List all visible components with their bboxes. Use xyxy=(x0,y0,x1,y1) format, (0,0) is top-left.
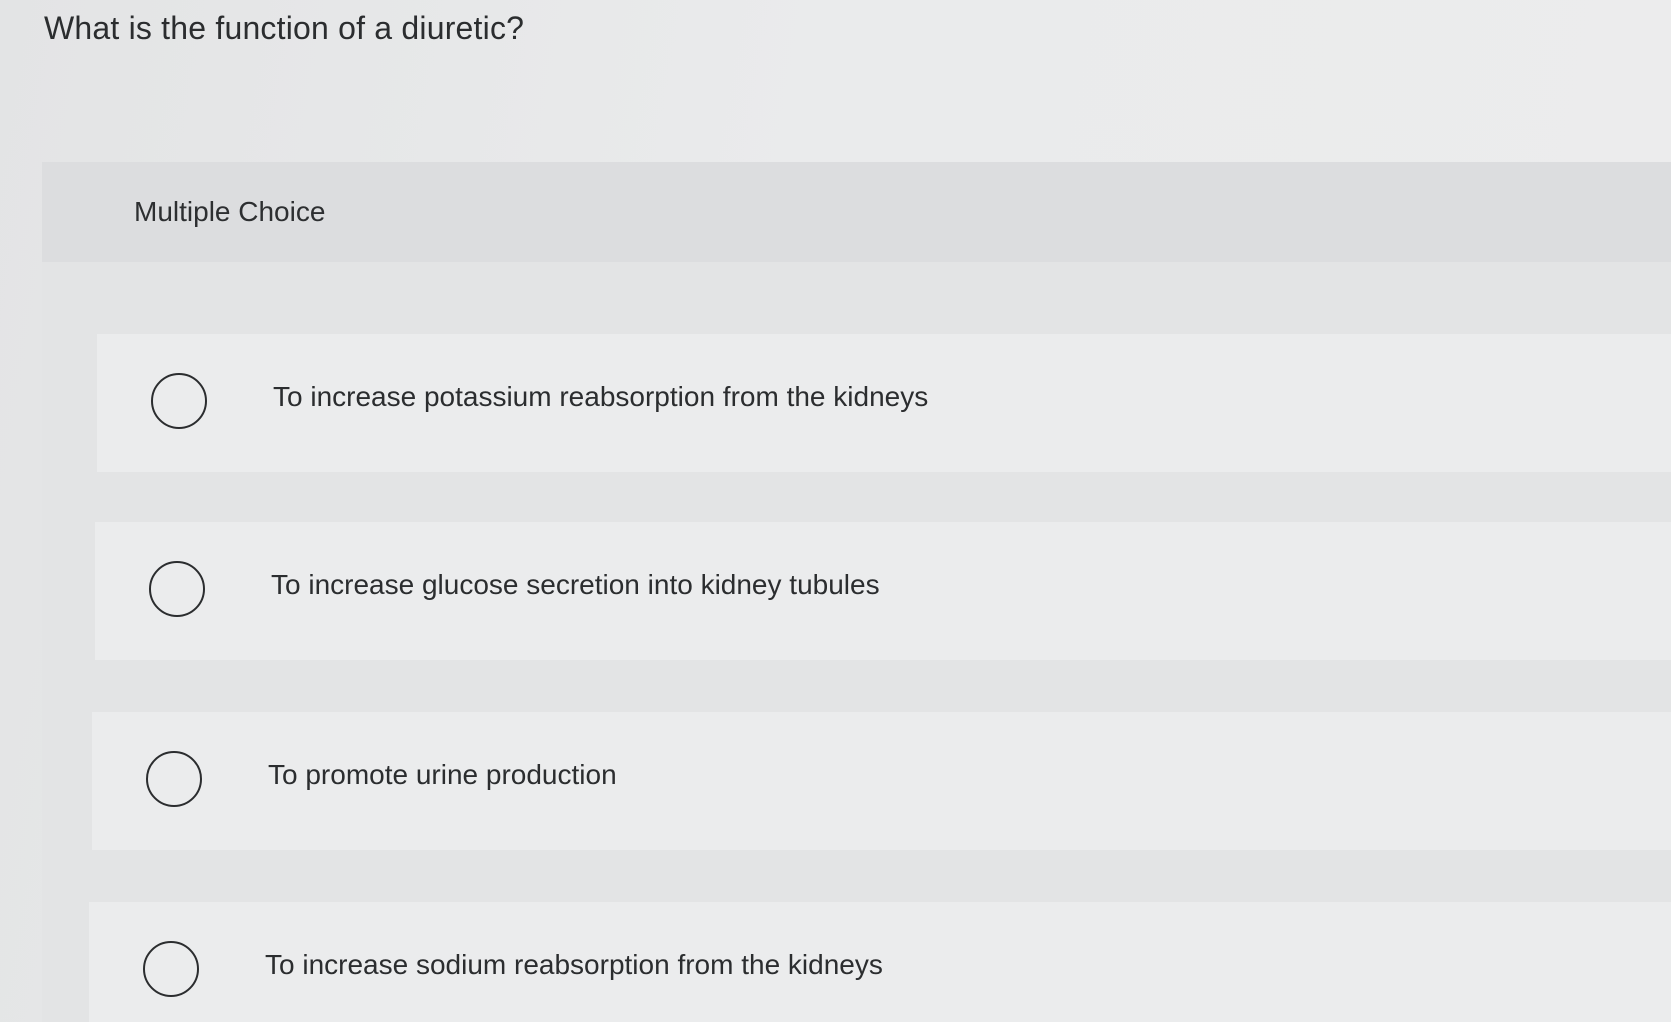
panel-header: Multiple Choice xyxy=(42,162,1671,262)
question-text: What is the function of a diuretic? xyxy=(44,10,525,46)
answer-option-label[interactable]: To increase potassium reabsorption from … xyxy=(273,381,928,413)
question-type-label: Multiple Choice xyxy=(134,196,326,227)
answer-option-1[interactable]: To increase potassium reabsorption from … xyxy=(97,334,1671,472)
radio-button-icon[interactable] xyxy=(143,941,199,997)
answer-option-3[interactable]: To promote urine production xyxy=(92,712,1671,850)
radio-button-icon[interactable] xyxy=(146,751,202,807)
radio-button-icon[interactable] xyxy=(151,373,207,429)
answer-option-4[interactable]: To increase sodium reabsorption from the… xyxy=(89,902,1671,1022)
answer-option-label[interactable]: To increase sodium reabsorption from the… xyxy=(265,949,883,981)
answer-option-2[interactable]: To increase glucose secretion into kidne… xyxy=(95,522,1671,660)
radio-button-icon[interactable] xyxy=(149,561,205,617)
answer-option-label[interactable]: To promote urine production xyxy=(268,759,617,791)
answer-option-label[interactable]: To increase glucose secretion into kidne… xyxy=(271,569,880,601)
